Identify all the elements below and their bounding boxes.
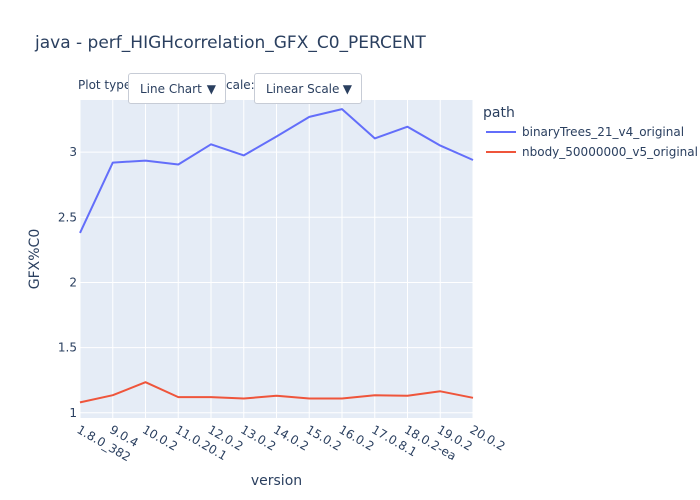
legend-swatch [486,131,516,133]
y-tick-label: 1 [69,406,77,420]
legend-item-binarytrees[interactable]: binaryTrees_21_v4_original [486,125,684,139]
legend-swatch [486,151,516,153]
legend-label: binaryTrees_21_v4_original [522,125,685,139]
y-tick-label: 1.5 [58,341,77,355]
x-tick-label: 10.0.2 [140,422,180,453]
legend-item-nbody[interactable]: nbody_50000000_v5_original [486,145,698,159]
chevron-down-icon: ▼ [342,81,352,96]
x-tick-label: 13.0.2 [238,422,278,453]
plot-type-dropdown[interactable]: Line Chart ▼ [128,73,226,104]
scale-dropdown[interactable]: Linear Scale ▼ [254,73,362,104]
y-tick-label: 2 [69,275,77,289]
scale-value: Linear Scale [266,81,340,96]
x-tick-label: 20.0.2 [468,422,508,453]
x-tick-label: 16.0.2 [337,422,377,453]
chevron-down-icon: ▼ [206,81,216,96]
legend-label: nbody_50000000_v5_original [522,145,698,159]
x-tick-label: 14.0.2 [271,422,311,453]
legend-title: path [483,105,515,121]
x-tick-label: 15.0.2 [304,422,344,453]
y-tick-label: 2.5 [58,210,77,224]
y-tick-label: 3 [69,145,77,159]
plot-type-value: Line Chart [140,81,202,96]
x-axis-title: version [251,473,302,489]
y-axis-title: GFX%C0 [27,229,43,289]
